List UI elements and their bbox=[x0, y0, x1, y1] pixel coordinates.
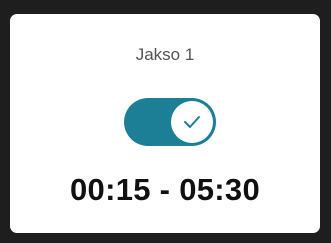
period-title: Jakso 1 bbox=[135, 45, 195, 64]
check-icon bbox=[184, 116, 200, 128]
time-range: 00:15 - 05:30 bbox=[69, 172, 261, 207]
toggle-knob bbox=[171, 101, 213, 143]
period-toggle[interactable] bbox=[124, 98, 216, 146]
period-card: Jakso 1 00:15 - 05:30 bbox=[10, 14, 320, 233]
